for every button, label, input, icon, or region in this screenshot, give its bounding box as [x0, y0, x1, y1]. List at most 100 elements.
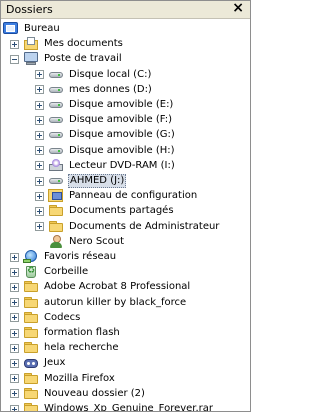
tree-item-label: Jeux — [44, 357, 66, 369]
expand-icon[interactable] — [35, 130, 44, 140]
desktop-icon — [3, 22, 19, 36]
expand-icon[interactable] — [10, 404, 19, 411]
folder-icon — [23, 326, 39, 340]
removable-drive-icon — [48, 144, 64, 158]
tree-item[interactable]: Mes documents — [10, 36, 124, 52]
tree-item[interactable]: Bureau — [3, 21, 61, 37]
expand-icon[interactable] — [35, 206, 44, 216]
folder-icon — [23, 402, 39, 411]
expand-icon[interactable] — [10, 267, 19, 277]
expand-icon[interactable] — [35, 146, 44, 156]
folder-icon — [48, 204, 64, 218]
tree-item[interactable]: AHMED (J:) — [35, 173, 127, 189]
tree-item-label: Bureau — [24, 23, 60, 34]
expand-icon[interactable] — [10, 282, 19, 292]
tree-item[interactable]: Codecs — [10, 310, 81, 326]
tree-item[interactable]: Mozilla Firefox — [10, 371, 116, 387]
expand-icon[interactable] — [35, 85, 44, 95]
tree-item-label: Disque amovible (F:) — [69, 114, 172, 126]
expand-icon[interactable] — [35, 100, 44, 110]
expand-icon[interactable] — [35, 115, 44, 125]
tree-item[interactable]: Documents partagés — [35, 203, 175, 219]
folders-pane: Dossiers × Bureau Mes documents Poste de t… — [0, 0, 251, 412]
tree-item-label: Disque local (C:) — [69, 68, 152, 80]
tree-item-label: mes donnes (D:) — [69, 83, 152, 95]
expand-icon[interactable] — [10, 343, 19, 353]
tree-item[interactable]: formation flash — [10, 325, 121, 341]
tree-item-label: Disque amovible (E:) — [69, 99, 174, 110]
removable-drive-icon — [48, 113, 64, 127]
folder-icon — [23, 387, 39, 401]
tree-item[interactable]: Nero Scout — [35, 234, 125, 250]
tree-item[interactable]: mes donnes (D:) — [35, 82, 153, 98]
folder-icon — [23, 296, 39, 310]
tree-item[interactable]: Jeux — [10, 355, 66, 371]
tree-item[interactable]: Disque amovible (F:) — [35, 112, 173, 128]
tree-item-label: Favoris réseau — [44, 251, 117, 262]
my-computer-icon — [23, 52, 39, 66]
tree-item-label: Mes documents — [44, 38, 123, 50]
tree-item[interactable]: Disque local (C:) — [35, 67, 152, 83]
removable-drive-icon — [48, 98, 64, 112]
tree-item[interactable]: Disque amovible (G:) — [35, 127, 176, 143]
tree-item[interactable]: Corbeille — [10, 264, 89, 280]
expand-icon[interactable] — [10, 298, 19, 308]
tree-item-label: Corbeille — [44, 266, 89, 278]
tree-item-label: Disque amovible (H:) — [69, 144, 175, 156]
tree-item-label: Nero Scout — [69, 235, 125, 247]
expand-icon[interactable] — [10, 374, 19, 384]
removable-drive-icon — [48, 174, 64, 188]
expand-icon[interactable] — [10, 358, 19, 368]
tree-item[interactable]: hela recherche — [10, 340, 120, 356]
expand-icon[interactable] — [10, 389, 19, 399]
folder-icon — [23, 311, 39, 325]
hard-drive-icon — [48, 83, 64, 97]
network-icon — [23, 250, 39, 264]
tree-item[interactable]: Lecteur DVD-RAM (I:) — [35, 158, 176, 174]
expand-icon[interactable] — [10, 313, 19, 323]
pane-title: Dossiers — [6, 3, 53, 16]
tree-item[interactable]: Documents de Administrateur — [35, 219, 220, 235]
tree-item[interactable]: Poste de travail — [10, 51, 123, 67]
tree-item[interactable]: autorun killer by black_force — [10, 295, 187, 311]
dvd-drive-icon — [48, 158, 64, 173]
tree-item-label: Windows_Xp_Genuine_Forever.rar — [44, 403, 214, 412]
expand-icon[interactable] — [10, 252, 19, 262]
expand-icon[interactable] — [35, 161, 44, 171]
user-icon — [48, 234, 64, 249]
expand-icon[interactable] — [10, 328, 19, 338]
tree-item-label: Lecteur DVD-RAM (I:) — [69, 159, 175, 171]
tree-item-label: hela recherche — [44, 342, 119, 354]
tree-item-label: Codecs — [44, 311, 81, 323]
tree-item-label: Panneau de configuration — [69, 190, 198, 202]
removable-drive-icon — [48, 128, 64, 142]
expand-icon[interactable] — [35, 70, 44, 80]
tree-item-label: Nouveau dossier (2) — [44, 387, 145, 399]
expand-icon[interactable] — [35, 222, 44, 232]
tree-item-label: Mozilla Firefox — [44, 372, 115, 384]
folder-icon — [23, 280, 39, 294]
folder-icon — [48, 220, 64, 234]
games-icon — [23, 356, 39, 370]
tree-item[interactable]: Disque amovible (E:) — [35, 97, 174, 113]
tree-item[interactable]: Adobe Acrobat 8 Professional — [10, 279, 191, 295]
recycle-bin-icon — [23, 265, 39, 279]
close-icon[interactable]: × — [232, 1, 244, 16]
tree-item[interactable]: Favoris réseau — [10, 249, 117, 265]
my-documents-icon — [23, 37, 39, 51]
folders-pane-header: Dossiers × — [1, 1, 250, 19]
tree-item[interactable]: Panneau de configuration — [35, 188, 198, 204]
folder-tree: Bureau Mes documents Poste de travail Disqu… — [1, 21, 250, 411]
tree-item-label: Documents de Administrateur — [69, 220, 220, 232]
expand-icon[interactable] — [10, 39, 19, 49]
tree-item[interactable]: Windows_Xp_Genuine_Forever.rar — [10, 401, 214, 412]
tree-item[interactable]: Nouveau dossier (2) — [10, 386, 146, 402]
expand-icon[interactable] — [35, 191, 44, 201]
collapse-icon[interactable] — [10, 54, 19, 64]
expand-icon[interactable] — [35, 176, 44, 186]
tree-item-label: formation flash — [44, 327, 120, 338]
hard-drive-icon — [48, 68, 64, 82]
control-panel-icon — [48, 189, 64, 203]
tree-item-label: Poste de travail — [44, 53, 122, 65]
tree-item[interactable]: Disque amovible (H:) — [35, 143, 176, 159]
